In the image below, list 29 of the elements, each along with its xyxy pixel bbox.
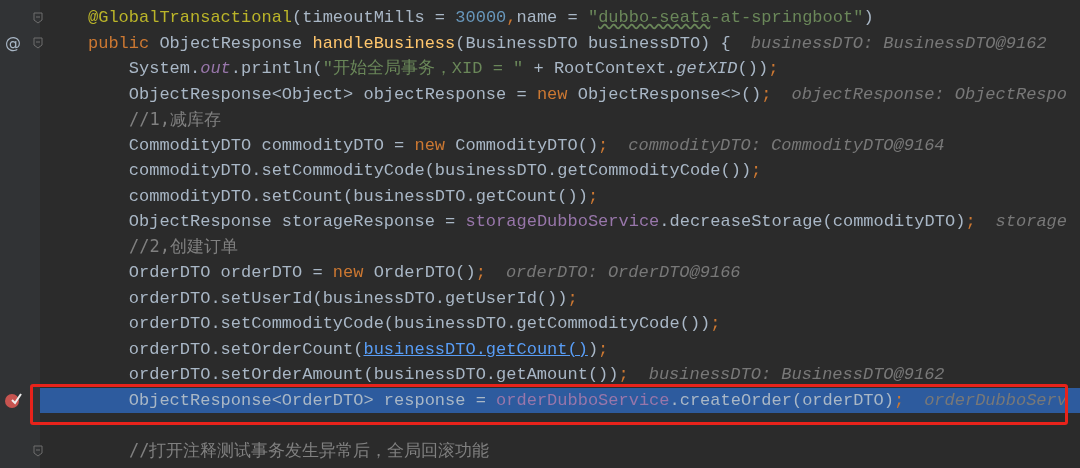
- breakpoint-icon[interactable]: [4, 391, 22, 410]
- code-line: System.out.println("开始全局事务，XID = " + RootContext.getXID());: [127, 58, 779, 80]
- inline-hint: storage: [995, 211, 1067, 233]
- code-line: //2,创建订单: [127, 235, 238, 258]
- fold-icon[interactable]: [33, 445, 43, 458]
- code-line: orderDTO.setUserId(businessDTO.getUserId());: [127, 287, 578, 310]
- inline-hint: businessDTO: BusinessDTO@9162: [648, 364, 945, 386]
- code-line: orderDTO.setOrderCount(businessDTO.getCount());: [127, 338, 609, 361]
- code-line: CommodityDTO commodityDTO = new CommodityDTO();: [127, 134, 609, 157]
- code-line: ObjectResponse storageResponse = storageDubboService.decreaseStorage(commodityDTO);: [127, 211, 976, 233]
- code-line: ObjectResponse<Object> objectResponse = new ObjectResponse<>();: [127, 83, 772, 106]
- fold-icon[interactable]: [33, 11, 43, 24]
- code-line: @GlobalTransactional(timeoutMills = 30000,name = "dubbo-seata-at-springboot"): [88, 7, 874, 29]
- code-line: ObjectResponse<OrderDTO> response = orderDubboService.createOrder(orderDTO);: [127, 389, 905, 412]
- code-line: commodityDTO.setCount(businessDTO.getCount());: [127, 185, 599, 208]
- code-line: orderDTO.setCommodityCode(businessDTO.getCommodityCode());: [127, 313, 721, 335]
- inline-hint: commodityDTO: CommodityDTO@9164: [628, 134, 945, 157]
- override-marker[interactable]: @: [5, 31, 21, 56]
- inline-hint: orderDubboServ: [924, 389, 1067, 412]
- code-line: orderDTO.setOrderAmount(businessDTO.getAmount());: [127, 364, 629, 386]
- code-line: commodityDTO.setCommodityCode(businessDTO.getCommodityCode());: [127, 160, 762, 182]
- inline-hint: businessDTO: BusinessDTO@9162: [750, 32, 1047, 55]
- inline-hint: orderDTO: OrderDTO@9166: [505, 262, 741, 284]
- fold-icon[interactable]: [33, 37, 43, 50]
- code-line: public ObjectResponse handleBusiness(BusinessDTO businessDTO) {: [88, 32, 731, 55]
- inline-hint: objectResponse: ObjectRespo: [791, 83, 1067, 106]
- code-line: //1,减库存: [127, 107, 221, 131]
- code-line: OrderDTO orderDTO = new OrderDTO();: [127, 262, 486, 284]
- code-line: //打开注释测试事务发生异常后，全局回滚功能: [127, 439, 490, 462]
